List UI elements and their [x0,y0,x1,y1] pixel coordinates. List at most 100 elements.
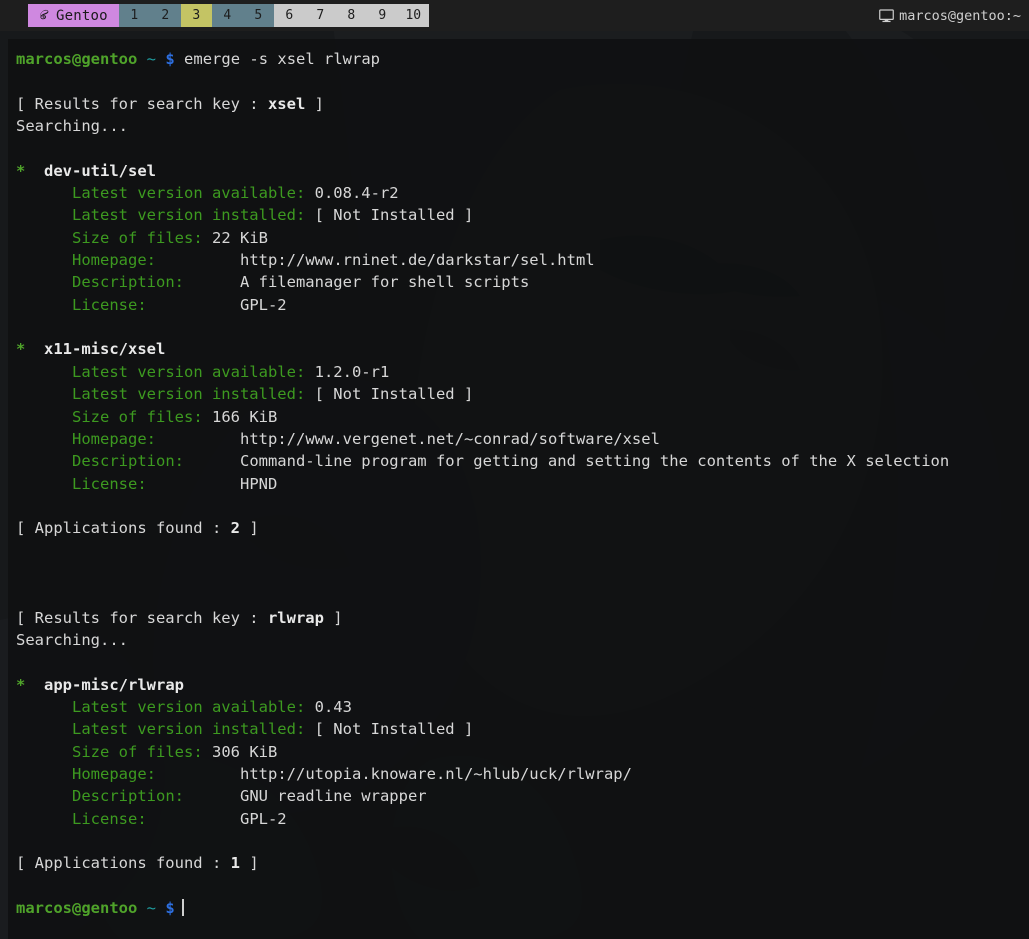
package-marker-icon: * [16,340,26,359]
package-field-value: [ Not Installed ] [314,385,474,404]
workspace-button-10[interactable]: 10 [397,4,429,27]
applications-found: [ Applications found : 2 ] [16,517,1029,539]
applications-found-prefix: [ Applications found : [16,519,231,538]
workspace-label: 4 [223,8,232,23]
workspace-button-6[interactable]: 6 [273,4,305,27]
package-field-label: Description: [72,273,184,292]
package-field: Homepage: http://www.vergenet.net/~conra… [16,428,1029,450]
workspace-label: 10 [405,8,422,23]
package-field-label: Description: [72,452,184,471]
terminal-prompt-line: marcos@gentoo ~ $ emerge -s xsel rlwrap [16,48,1029,70]
package-field: Size of files: 166 KiB [16,406,1029,428]
package-field-label: Latest version installed: [72,720,306,739]
package-field-value: GPL-2 [239,295,287,314]
package-field: Latest version installed: [ Not Installe… [16,718,1029,740]
package-field-value: http://www.rninet.de/darkstar/sel.html [240,251,595,270]
package-field: Size of files: 22 KiB [16,227,1029,249]
workspace-label: 6 [285,8,294,23]
workspace-button-1[interactable]: 1 [118,4,150,27]
package-field: Homepage: http://www.rninet.de/darkstar/… [16,249,1029,271]
workspace-label: 2 [161,8,170,23]
search-header: [ Results for search key : rlwrap ] [16,607,1029,629]
terminal-window[interactable]: marcos@gentoo ~ $ emerge -s xsel rlwrap … [8,39,1029,939]
package-field: Description: GNU readline wrapper [16,785,1029,807]
package-field-value: http://www.vergenet.net/~conrad/software… [240,429,660,448]
searching-line: Searching... [16,629,1029,651]
package-field-value: 306 KiB [212,742,278,761]
workspace-button-3[interactable]: 3 [180,4,212,27]
taskbar: Gentoo 1 2 3 4 5 6 7 8 9 10 marcos@gentoo:~ [0,0,1029,31]
workspace-button-2[interactable]: 2 [149,4,181,27]
package-field-value: A filemanager for shell scripts [239,273,530,292]
taskbar-window-title-group[interactable]: marcos@gentoo:~ [879,8,1021,24]
package-field: Latest version available: 0.43 [16,696,1029,718]
package-field-value: http://utopia.knoware.nl/~hlub/uck/rlwra… [240,765,632,783]
prompt-symbol: $ [165,899,175,918]
taskbar-window-title: marcos@gentoo:~ [899,7,1021,24]
package-field-label: License: [72,295,147,314]
package-field-label: Homepage: [72,765,156,783]
package-field-label: License: [72,474,147,493]
package-field: Description: Command-line program for ge… [16,450,1029,472]
package-name: dev-util/sel [44,161,156,180]
package-marker-icon: * [16,675,26,694]
package-header: * dev-util/sel [16,160,1029,182]
terminal-output: marcos@gentoo ~ $ emerge -s xsel rlwrap … [16,48,1029,919]
package-field-label: Latest version installed: [72,206,306,225]
prompt-user-host: marcos@gentoo [16,50,138,68]
workspace-list: 1 2 3 4 5 6 7 8 9 10 [118,4,429,27]
package-field: Latest version installed: [ Not Installe… [16,204,1029,226]
search-header-prefix: [ Results for search key : [16,608,268,627]
search-key: rlwrap [267,608,324,627]
workspace-label: 8 [347,8,356,23]
applications-found: [ Applications found : 1 ] [16,852,1029,874]
package-field-label: Latest version available: [72,184,306,203]
gentoo-logo-icon [36,8,51,23]
workspace-button-8[interactable]: 8 [335,4,367,27]
search-header-suffix: ] [305,94,324,113]
workspace-label: 9 [378,8,387,23]
search-header-prefix: [ Results for search key : [16,94,268,113]
package-field-label: Homepage: [72,429,156,448]
gentoo-launcher-label: Gentoo [56,7,108,24]
applications-found-suffix: ] [239,854,259,873]
taskbar-left-group: Gentoo 1 2 3 4 5 6 7 8 9 10 [28,4,429,27]
applications-found-prefix: [ Applications found : [16,854,231,873]
package-field-label: Size of files: [72,407,203,426]
prompt-path: ~ [146,899,157,918]
prompt-symbol: $ [165,50,175,68]
workspace-label: 7 [316,8,325,23]
package-marker-icon: * [16,161,26,180]
workspace-label: 1 [130,8,139,23]
workspace-button-7[interactable]: 7 [304,4,336,27]
package-field: Latest version installed: [ Not Installe… [16,383,1029,405]
package-field: Homepage: http://utopia.knoware.nl/~hlub… [16,763,1029,785]
searching-line: Searching... [16,115,1029,137]
package-name: app-misc/rlwrap [44,675,184,694]
package-field-label: Description: [72,787,184,806]
package-field-value: GNU readline wrapper [239,787,427,806]
package-field-value: 0.43 [314,697,352,716]
package-field-value: 1.2.0-r1 [314,362,390,381]
workspace-button-9[interactable]: 9 [366,4,398,27]
package-field-label: Homepage: [72,251,156,270]
package-field-label: Size of files: [72,742,203,761]
package-field-label: Latest version available: [72,362,306,381]
searching-text: Searching... [16,117,128,136]
prompt-path: ~ [146,50,157,68]
monitor-icon [879,8,894,23]
workspace-button-4[interactable]: 4 [211,4,243,27]
package-field-value: HPND [239,474,278,493]
gentoo-launcher-button[interactable]: Gentoo [28,4,119,27]
package-name: x11-misc/xsel [44,340,166,359]
searching-text: Searching... [16,630,128,649]
package-header: * x11-misc/xsel [16,338,1029,360]
prompt-user-host: marcos@gentoo [16,899,138,918]
workspace-button-5[interactable]: 5 [242,4,274,27]
